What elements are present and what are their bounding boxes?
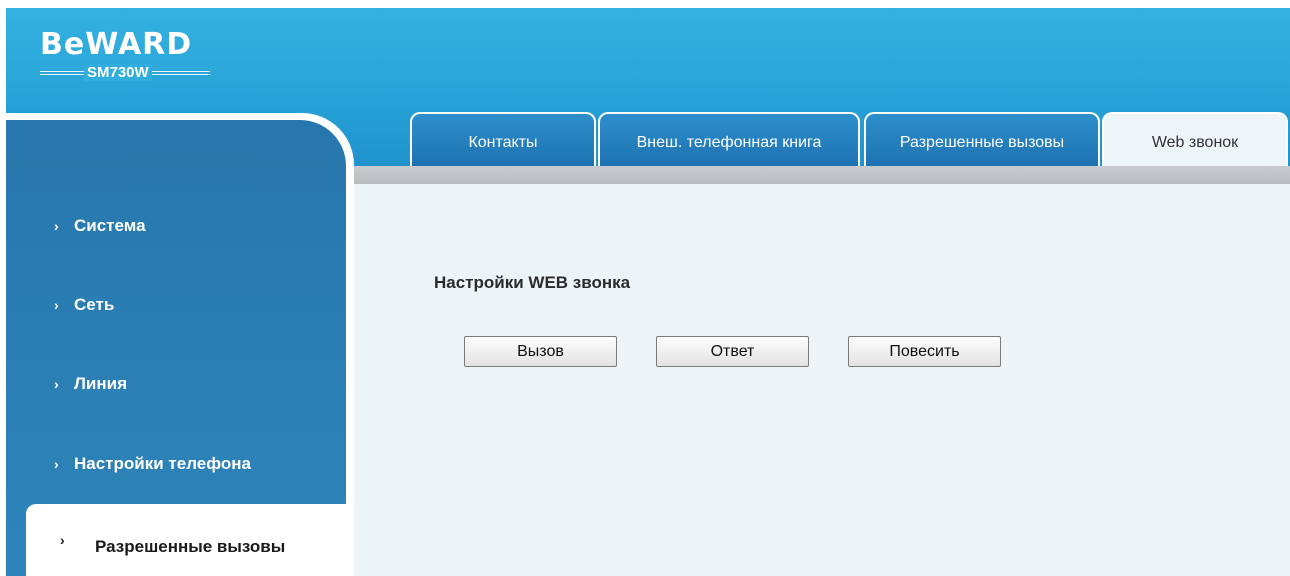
sidebar-item-network[interactable]: › Сеть [54, 295, 114, 315]
tab-underbar [354, 166, 1290, 184]
beward-logo: BeWARD SM730W [40, 28, 210, 82]
chevron-right-icon: › [54, 456, 59, 472]
chevron-right-icon: › [54, 376, 59, 392]
tab-web-call[interactable]: Web звонок [1102, 112, 1288, 168]
main-content: Настройки WEB звонка Вызов Ответ Повесит… [354, 184, 1290, 576]
sidebar-item-label: Сеть [74, 295, 115, 314]
sidebar-item-phone-settings[interactable]: › Настройки телефона [54, 454, 251, 474]
chevron-right-icon: › [54, 297, 59, 313]
answer-button[interactable]: Ответ [656, 336, 809, 367]
logo-brand: BeWARD [40, 27, 193, 62]
sidebar-item-label: Линия [74, 374, 128, 393]
sidebar-item-label: Настройки телефона [74, 454, 251, 473]
logo-model-row: SM730W [40, 62, 210, 82]
sidebar-item-label: Разрешенные вызовы [95, 537, 286, 556]
app-frame: BeWARD SM730W Контакты Внеш. телефонная … [6, 8, 1290, 576]
sidebar-item-line[interactable]: › Линия [54, 374, 127, 394]
section-title: Настройки WEB звонка [434, 273, 631, 292]
sidebar-item-label: Система [74, 216, 146, 235]
tab-contacts[interactable]: Контакты [410, 112, 596, 166]
sidebar-item-allowed-calls[interactable]: › Разрешенные вызовы [26, 504, 356, 576]
sidebar-item-system[interactable]: › Система [54, 216, 146, 236]
logo-model: SM730W [84, 64, 152, 81]
tab-external-phonebook[interactable]: Внеш. телефонная книга [598, 112, 860, 166]
tab-allowed-calls[interactable]: Разрешенные вызовы [864, 112, 1100, 166]
chevron-right-icon: › [54, 218, 59, 234]
call-button[interactable]: Вызов [464, 336, 617, 367]
chevron-right-icon: › [60, 532, 65, 548]
hangup-button[interactable]: Повесить [848, 336, 1001, 367]
